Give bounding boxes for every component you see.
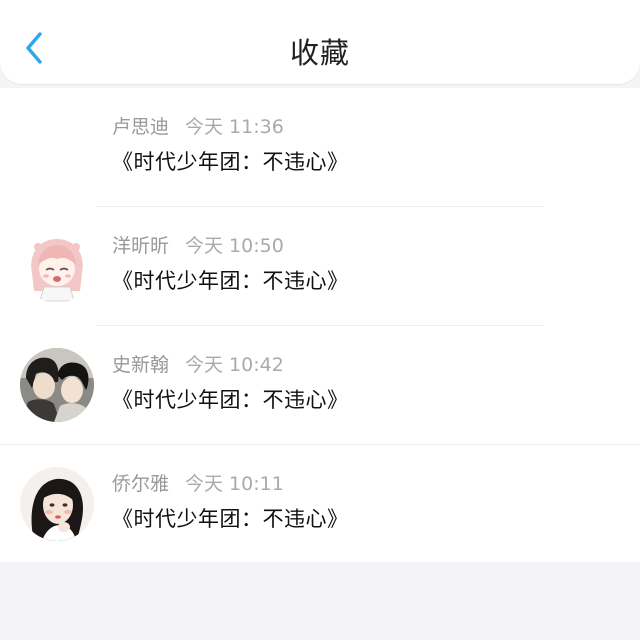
item-meta: 史新翰 今天 10:42 [112, 350, 284, 377]
message-text: 《时代少年团：不违心》 [112, 150, 349, 174]
timestamp: 今天 11:36 [185, 116, 284, 138]
favorites-screen: 收藏 卢思迪 今天 11:36 《时代少年团：不违心》 洋昕昕 今天 10:50… [0, 0, 640, 640]
navigation-bar: 收藏 [0, 0, 640, 84]
timestamp: 今天 10:42 [185, 354, 284, 376]
sender-name: 卢思迪 [112, 116, 170, 138]
sender-name: 史新翰 [112, 354, 170, 376]
anime-girl-avatar-art [20, 229, 94, 303]
favorites-list: 卢思迪 今天 11:36 《时代少年团：不违心》 洋昕昕 今天 10:50 《时… [0, 88, 640, 562]
timestamp: 今天 10:11 [185, 473, 284, 495]
anime-girl-avatar[interactable] [20, 229, 94, 303]
timestamp: 今天 10:50 [185, 235, 284, 257]
message-text: 《时代少年团：不违心》 [112, 388, 349, 412]
list-item[interactable]: 洋昕昕 今天 10:50 《时代少年团：不违心》 [0, 207, 640, 326]
page-title: 收藏 [289, 36, 350, 70]
sender-name: 侨尔雅 [112, 473, 170, 495]
couple-photo-avatar-art [20, 348, 94, 422]
list-item[interactable]: 卢思迪 今天 11:36 《时代少年团：不违心》 [0, 88, 640, 207]
sender-name: 洋昕昕 [112, 235, 170, 257]
message-text: 《时代少年团：不违心》 [112, 507, 349, 531]
illustrated-girl-avatar[interactable] [20, 467, 94, 541]
couple-photo-avatar[interactable] [20, 348, 94, 422]
message-text: 《时代少年团：不违心》 [112, 269, 349, 293]
list-item[interactable]: 侨尔雅 今天 10:11 《时代少年团：不违心》 [0, 445, 640, 564]
item-meta: 洋昕昕 今天 10:50 [112, 231, 284, 258]
item-meta: 卢思迪 今天 11:36 [112, 112, 284, 139]
illustrated-girl-avatar-art [20, 467, 94, 541]
item-meta: 侨尔雅 今天 10:11 [112, 469, 284, 496]
list-item[interactable]: 史新翰 今天 10:42 《时代少年团：不违心》 [0, 326, 640, 445]
